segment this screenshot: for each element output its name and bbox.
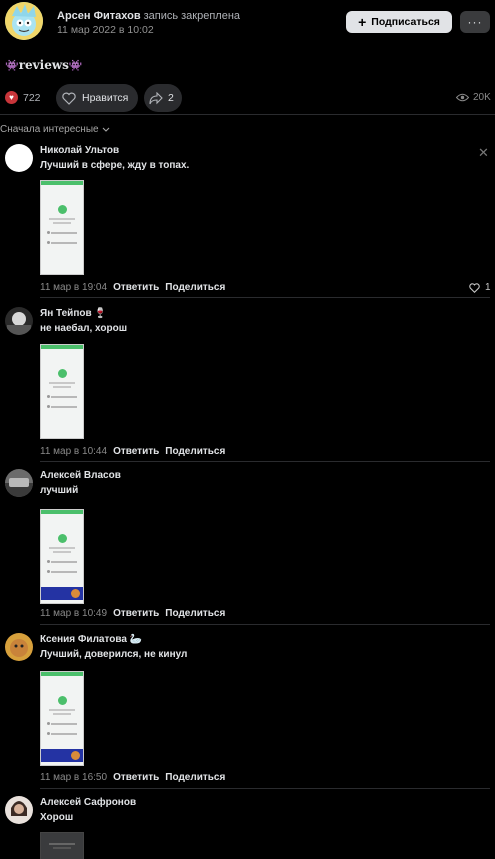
sort-dropdown[interactable]: Сначала интересные [0,124,110,135]
like-label: Нравится [82,92,129,104]
share-comment-button[interactable]: Поделиться [165,282,225,293]
comment-text: Лучший, доверился, не кинул [40,649,188,660]
comment-author[interactable]: Ян Тейпов 🍷 [40,308,107,319]
space-invader-icon: 👾 [5,58,19,72]
comment-divider [40,788,490,789]
views-counter: 20K [456,92,491,103]
reply-button[interactable]: Ответить [113,446,159,457]
post-header: Арсен Фитахов запись закреплена 11 мар 20… [0,0,495,44]
comment-like-count: 1 [485,282,491,293]
comment-date[interactable]: 11 мар в 19:04 [40,282,107,293]
comment-text: не наебал, хорош [40,323,128,334]
reply-button[interactable]: Ответить [113,608,159,619]
reply-button[interactable]: Ответить [113,772,159,783]
comment-avatar[interactable] [5,633,33,661]
comment-image[interactable] [40,180,84,275]
comment-author[interactable]: Николай Ультов [40,145,119,156]
comment-avatar[interactable] [5,469,33,497]
comment-date[interactable]: 11 мар в 10:44 [40,446,107,457]
share-comment-button[interactable]: Поделиться [165,772,225,783]
eye-icon [456,93,469,102]
share-comment-button[interactable]: Поделиться [165,446,225,457]
heart-outline-icon [62,92,76,105]
comment-author[interactable]: Алексей Сафронов [40,797,136,808]
comment-image[interactable] [40,344,84,439]
comment-divider [40,297,490,298]
comment-text: лучший [40,485,79,496]
comment-meta: 11 мар в 10:49 Ответить Поделиться [40,608,225,619]
more-icon: ··· [467,15,483,29]
reactions-summary[interactable]: ♥ 722 [5,91,41,104]
share-comment-button[interactable]: Поделиться [165,608,225,619]
views-count: 20K [473,92,491,103]
comment-avatar[interactable] [5,307,33,335]
heart-outline-icon [469,282,480,293]
comment-meta: 11 мар в 16:50 Ответить Поделиться [40,772,225,783]
comment-meta: 11 мар в 19:04 Ответить Поделиться [40,282,225,293]
post-text: 👾 reviews 👾 [5,58,83,72]
heart-reaction-icon: ♥ [5,91,18,104]
reactions-bar: ♥ 722 Нравится 2 20K [0,84,495,112]
comment-author[interactable]: Алексей Власов [40,470,121,481]
author-avatar[interactable] [5,2,43,40]
comment-author[interactable]: Ксения Филатова 🦢 [40,634,142,645]
comment-text: Хорош [40,812,74,823]
comment-avatar[interactable] [5,144,33,172]
reactions-count: 722 [23,91,41,104]
divider [0,114,495,115]
close-icon[interactable]: ✕ [478,145,489,161]
comment-image[interactable] [40,671,84,766]
like-button[interactable]: Нравится [56,84,138,112]
swan-icon: 🦢 [129,634,143,645]
post-date[interactable]: 11 мар 2022 в 10:02 [57,24,154,36]
chevron-down-icon [102,127,109,132]
space-invader-icon: 👾 [68,58,83,72]
wine-glass-icon: 🍷 [94,308,107,319]
comment-divider [40,624,490,625]
comment-avatar[interactable] [5,796,33,824]
comment-date[interactable]: 11 мар в 10:49 [40,608,107,619]
comment-image[interactable] [40,509,84,604]
share-arrow-icon [149,91,163,104]
comment-text: Лучший в сфере, жду в топах. [40,160,190,171]
post-text-content: reviews [18,58,69,72]
comment-image[interactable] [40,832,84,859]
share-count: 2 [168,92,174,104]
more-button[interactable]: ··· [460,11,490,33]
subscribe-label: Подписаться [371,16,440,28]
comment-meta: 11 мар в 10:44 Ответить Поделиться [40,446,225,457]
subscribe-button[interactable]: + Подписаться [346,11,452,33]
reply-button[interactable]: Ответить [113,282,159,293]
pinned-note: запись закреплена [143,10,241,22]
author-name[interactable]: Арсен Фитахов запись закреплена [57,10,240,22]
comment-like-button[interactable]: 1 [469,282,491,293]
plus-icon: + [358,14,367,30]
share-button[interactable]: 2 [144,84,182,112]
comment-date[interactable]: 11 мар в 16:50 [40,772,107,783]
comment-divider [40,461,490,462]
sort-label: Сначала интересные [0,124,99,135]
